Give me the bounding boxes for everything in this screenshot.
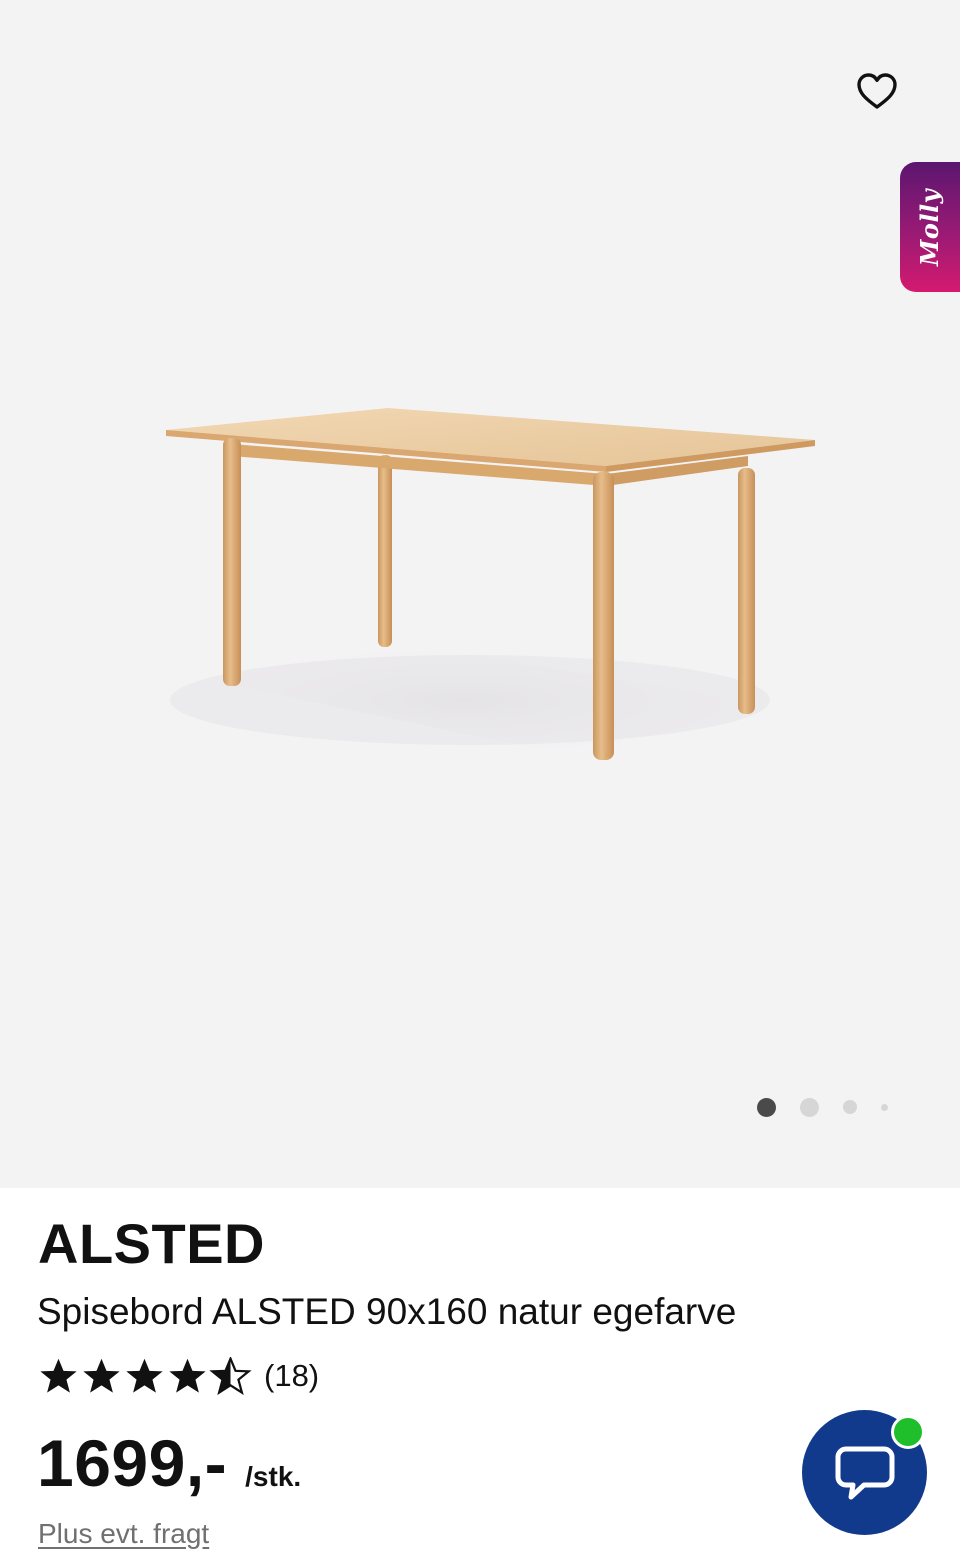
price-row: 1699,- /stk.	[37, 1430, 301, 1496]
review-count: (18)	[264, 1358, 320, 1393]
product-price: 1699,-	[37, 1426, 228, 1500]
star-full-icon	[169, 1358, 206, 1393]
carousel-dot-3[interactable]	[843, 1100, 857, 1114]
star-full-icon	[126, 1358, 163, 1393]
product-info: ALSTED Spisebord ALSTED 90x160 natur ege…	[0, 1188, 960, 1563]
molly-assistant-tab[interactable]: Molly	[900, 162, 960, 292]
price-unit: /stk.	[245, 1461, 302, 1492]
product-brand: ALSTED	[38, 1212, 265, 1275]
carousel-dot-4[interactable]	[881, 1104, 888, 1111]
product-rating[interactable]: (18)	[37, 1356, 319, 1396]
star-half-icon	[209, 1357, 252, 1395]
heart-outline-icon	[857, 73, 897, 109]
star-full-icon	[40, 1358, 77, 1393]
molly-label: Molly	[915, 188, 945, 266]
carousel-dot-2[interactable]	[800, 1098, 819, 1117]
shipping-info-link[interactable]: Plus evt. fragt	[38, 1518, 209, 1550]
star-full-icon	[83, 1358, 120, 1393]
favorite-button[interactable]	[852, 66, 902, 116]
product-image	[160, 408, 815, 762]
carousel-dot-1[interactable]	[757, 1098, 776, 1117]
rating-stars	[37, 1357, 252, 1395]
chat-online-indicator	[891, 1415, 925, 1449]
chat-bubble-icon	[835, 1446, 894, 1499]
product-image-gallery[interactable]: Molly	[0, 0, 960, 1188]
product-title: Spisebord ALSTED 90x160 natur egefarve	[37, 1291, 737, 1332]
